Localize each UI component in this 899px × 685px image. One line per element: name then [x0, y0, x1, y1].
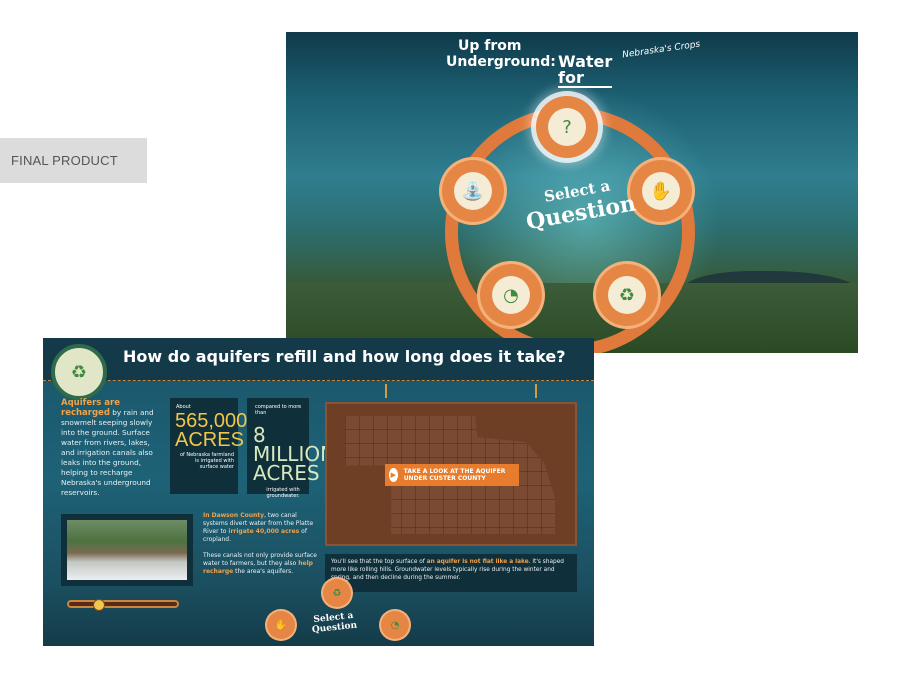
intro-text: by rain and snowmelt seeping slowly into… — [61, 408, 154, 497]
question-node-farmers[interactable]: ✋ — [630, 160, 692, 222]
question-node-groundwater[interactable]: ? — [536, 96, 598, 158]
gauge-drop-icon: ◔ — [492, 276, 530, 314]
hands-water-icon: ✋ — [642, 172, 680, 210]
map-hanger-left — [385, 384, 387, 398]
top-screenshot-select-question: Up from Underground: Water for Nebraska'… — [286, 32, 858, 353]
dawson-text-4: the area's aquifers. — [233, 568, 294, 575]
question-node-aquifers-refill[interactable]: ♻ — [596, 264, 658, 326]
custer-county-label: TAKE A LOOK AT THE AQUIFER UNDER CUSTER … — [403, 468, 506, 482]
mini-question-nav: ♻ ✋ ◔ Select a Question — [267, 579, 409, 646]
groundwater-stat: compared to more than 8 MILLION ACRES ir… — [247, 398, 336, 499]
final-product-label: FINAL PRODUCT — [0, 138, 147, 183]
dawson-county-paragraph: In Dawson County, two canal systems dive… — [203, 512, 321, 576]
title-line-3: Water for — [558, 52, 613, 88]
timeline-slider[interactable] — [67, 599, 179, 611]
dawson-highlight: In Dawson County — [203, 512, 265, 519]
mini-node-farmers[interactable]: ✋ — [267, 611, 295, 639]
intro-paragraph: Aquifers are recharged by rain and snowm… — [61, 398, 155, 498]
bottom-screenshot-aquifer-refill: ♻ How do aquifers refill and how long do… — [43, 338, 594, 646]
stat1-value: 565,000 ACRES — [175, 410, 248, 451]
final-product-text: FINAL PRODUCT — [11, 153, 118, 168]
note-text-1: You'll see that the top surface of — [331, 559, 427, 565]
dawson-highlight-2: irrigate 40,000 acres — [228, 528, 300, 535]
title-line-1: Up from — [458, 38, 522, 54]
map-hanger-right — [535, 384, 537, 398]
stat1-caption: of Nebraska farmland is irrigated with s… — [179, 452, 234, 470]
slider-knob[interactable] — [93, 599, 105, 611]
note-highlight: an aquifer is not flat like a lake — [426, 559, 529, 565]
mini-select-question[interactable]: Select a Question — [294, 609, 374, 637]
app-title: Up from Underground: Water for Nebraska'… — [446, 38, 701, 88]
surface-water-stat: About 565,000 ACRES of Nebraska farmland… — [170, 398, 248, 494]
hands-water-icon: ✋ — [274, 619, 288, 631]
refill-cycle-icon: ♻ — [608, 276, 646, 314]
title-line-2: Underground: — [446, 54, 556, 70]
title-line-4: Nebraska's Crops — [621, 39, 701, 61]
mini-node-nebraska-uses[interactable]: ◔ — [381, 611, 409, 639]
question-header: ♻ How do aquifers refill and how long do… — [43, 338, 594, 400]
nebraska-map-frame: ▶ TAKE A LOOK AT THE AQUIFER UNDER CUSTE… — [325, 402, 577, 546]
question-title: How do aquifers refill and how long does… — [123, 347, 566, 366]
refill-cycle-icon: ♻ — [51, 344, 107, 400]
question-node-underground-water[interactable]: ⛲ — [442, 160, 504, 222]
canal-photo-frame — [61, 514, 193, 586]
fountain-icon: ⛲ — [454, 172, 492, 210]
gauge-drop-icon: ◔ — [390, 619, 400, 631]
stat2-caption: irrigated with groundwater. — [266, 487, 300, 499]
custer-county-button[interactable]: ▶ TAKE A LOOK AT THE AQUIFER UNDER CUSTE… — [385, 464, 519, 486]
refill-cycle-icon: ♻ — [332, 587, 342, 599]
play-icon: ▶ — [389, 468, 398, 482]
question-node-nebraska-uses[interactable]: ◔ — [480, 264, 542, 326]
mini-node-refill[interactable]: ♻ — [323, 579, 351, 607]
canal-photo — [67, 520, 187, 580]
stat2-value: 8 MILLION ACRES — [253, 423, 336, 485]
question-rock-icon: ? — [548, 108, 586, 146]
stat2-compare: compared to more than — [255, 404, 302, 416]
